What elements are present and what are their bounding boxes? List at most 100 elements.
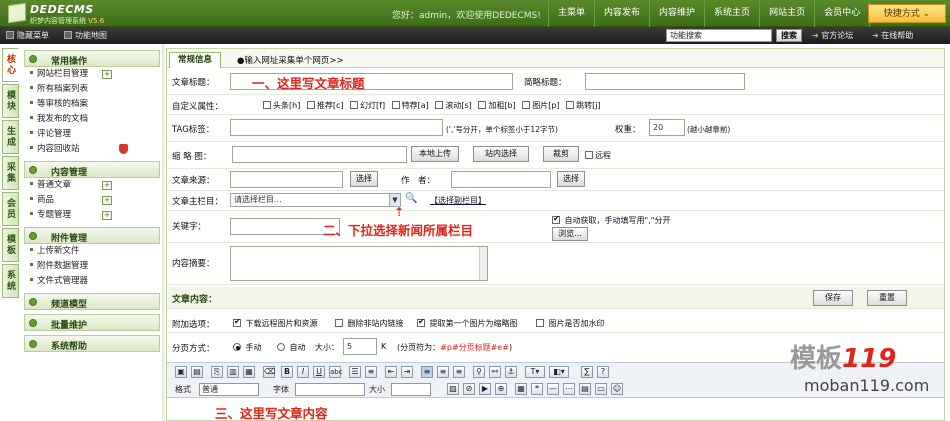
attr-scroll[interactable]: 滚动[s] [435, 101, 472, 110]
add-icon[interactable]: + [102, 181, 112, 190]
add-icon[interactable]: + [102, 211, 112, 220]
unlink-icon[interactable]: ⚯ [489, 366, 501, 378]
attr-jump[interactable]: 跳转[j] [566, 101, 601, 110]
attr-image[interactable]: 图片[p] [522, 101, 560, 110]
strike-icon[interactable]: abc [329, 366, 343, 378]
tab-general-info[interactable]: 常规信息 [169, 52, 221, 68]
vtab-collect[interactable]: 采集 [2, 156, 19, 190]
attr-slide[interactable]: 幻灯[f] [350, 101, 385, 110]
attr-bold[interactable]: 加粗[b] [478, 101, 516, 110]
menu-item-special[interactable]: 专题管理 + [24, 208, 160, 223]
help-icon[interactable]: ? [597, 366, 609, 378]
fullscreen-icon[interactable]: ▭ [595, 383, 607, 395]
align-right-icon[interactable]: ≡ [453, 366, 465, 378]
nav-system-home[interactable]: 系统主页 [704, 0, 759, 27]
weight-input[interactable]: 20 [649, 119, 685, 136]
menu-item-file-manager[interactable]: 文件式管理器 [24, 274, 160, 289]
watermark-checkbox[interactable]: 图片是否加水印 [536, 318, 605, 329]
special-char-icon[interactable]: ∑ [581, 366, 593, 378]
flash-icon[interactable]: ⊘ [463, 383, 475, 395]
page-size-input[interactable]: 5 [343, 338, 377, 355]
nav-main-menu[interactable]: 主菜单 [548, 0, 594, 27]
eraser-icon[interactable]: ⌫ [263, 366, 275, 378]
nav-publish[interactable]: 内容发布 [594, 0, 649, 27]
bg-color-icon[interactable]: ◧▾ [549, 366, 569, 378]
save-button[interactable]: 保存 [813, 290, 853, 306]
add-icon[interactable]: + [102, 196, 112, 205]
column-select[interactable]: 请选择栏目... ▼ [230, 193, 401, 207]
italic-icon[interactable]: I [297, 366, 309, 378]
summary-textarea[interactable] [230, 246, 488, 281]
search-icon[interactable]: 🔍 [405, 193, 417, 204]
anchor-icon[interactable]: ⚓ [505, 366, 517, 378]
indent-icon[interactable]: ⇥ [401, 366, 413, 378]
author-input[interactable] [451, 171, 551, 188]
nav-maintain[interactable]: 内容维护 [649, 0, 704, 27]
tab-collect-url[interactable]: ●输入网址采集单个网页>> [237, 54, 344, 66]
official-forum-link[interactable]: ➜ 官方论坛 [812, 30, 853, 41]
sub-column-link[interactable]: 【选择副栏目】 [430, 195, 486, 206]
vtab-template[interactable]: 模板 [2, 228, 19, 262]
size-select[interactable] [391, 383, 431, 396]
upload-button[interactable]: 本地上传 [411, 146, 459, 162]
menu-group-header[interactable]: 频道模型 [24, 293, 160, 310]
menu-item-column-manage[interactable]: 网站栏目管理 + [24, 67, 160, 82]
site-pick-button[interactable]: 站内选择 [473, 146, 529, 162]
copy-icon[interactable]: ⎘ [211, 366, 223, 378]
function-map-link[interactable]: 功能地图 [64, 30, 107, 41]
media-icon[interactable]: ▶ [479, 383, 491, 395]
nav-site-home[interactable]: 网站主页 [759, 0, 814, 27]
remote-checkbox[interactable]: 远程 [585, 150, 611, 161]
hide-menu-link[interactable]: 隐藏菜单 [6, 30, 49, 41]
menu-item-all-docs[interactable]: 所有档案列表 [24, 82, 160, 97]
smiley-icon[interactable]: ☺ [611, 383, 623, 395]
source-icon[interactable]: ▣ [175, 366, 187, 378]
tag-input[interactable] [230, 119, 443, 136]
quick-shortcut-button[interactable]: 快捷方式 ⌄ [868, 4, 946, 23]
reset-button[interactable]: 重置 [867, 290, 907, 306]
thumb-input[interactable] [232, 146, 407, 163]
source-input[interactable] [230, 171, 343, 188]
link-icon[interactable]: ⚲ [473, 366, 485, 378]
source-select-button[interactable]: 选择 [350, 171, 378, 187]
template-icon[interactable]: ▤ [579, 383, 591, 395]
table-icon[interactable]: ▦ [515, 383, 527, 395]
menu-item-upload[interactable]: 上传新文件 [24, 244, 160, 259]
attr-recommend[interactable]: 推荐[c] [306, 101, 344, 110]
menu-divider[interactable] [162, 44, 165, 421]
menu-item-article[interactable]: 普通文章 + [24, 178, 160, 193]
hr-icon[interactable]: — [547, 383, 559, 395]
quote-icon[interactable]: ❝ [531, 383, 543, 395]
vtab-system[interactable]: 系统 [2, 264, 19, 298]
menu-item-recycle-bin[interactable]: 内容回收站 [24, 142, 160, 157]
preview-icon[interactable]: ▤ [191, 366, 203, 378]
format-select[interactable]: 普通 [199, 383, 259, 396]
page-auto-radio[interactable]: 自动 [277, 342, 306, 353]
bullet-list-icon[interactable]: ≡ [365, 366, 377, 378]
author-select-button[interactable]: 选择 [557, 171, 585, 187]
bold-icon[interactable]: B [281, 366, 293, 378]
browse-button[interactable]: 浏览... [552, 227, 588, 241]
scrollbar[interactable] [479, 247, 487, 280]
text-color-icon[interactable]: T▾ [525, 366, 545, 378]
menu-group-header[interactable]: 系统帮助 [24, 335, 160, 352]
image-icon[interactable]: ▨ [447, 383, 459, 395]
online-help-link[interactable]: ➜ 在线帮助 [872, 30, 913, 41]
menu-item-comments[interactable]: 评论管理 [24, 127, 160, 142]
pagebreak-icon[interactable]: ⋯ [563, 383, 575, 395]
underline-icon[interactable]: U [313, 366, 325, 378]
menu-item-pending-docs[interactable]: 等审核的档案 [24, 97, 160, 112]
menu-group-header[interactable]: 常用操作 [24, 50, 160, 67]
vtab-module[interactable]: 模块 [2, 84, 19, 118]
outdent-icon[interactable]: ⇤ [385, 366, 397, 378]
paste-text-icon[interactable]: ▦ [243, 366, 255, 378]
attr-headline[interactable]: 头条[h] [263, 101, 300, 110]
menu-group-header[interactable]: 内容管理 [24, 161, 160, 178]
crop-button[interactable]: 裁剪 [543, 146, 579, 162]
download-remote-checkbox[interactable]: 下载远程图片和资源 [233, 317, 318, 329]
menu-item-goods[interactable]: 商品 + [24, 193, 160, 208]
nav-member-center[interactable]: 会员中心 [814, 0, 869, 27]
align-left-icon[interactable]: ≡ [421, 366, 433, 378]
remove-links-checkbox[interactable]: 删除非站内链接 [335, 318, 404, 329]
align-center-icon[interactable]: ≡ [437, 366, 449, 378]
